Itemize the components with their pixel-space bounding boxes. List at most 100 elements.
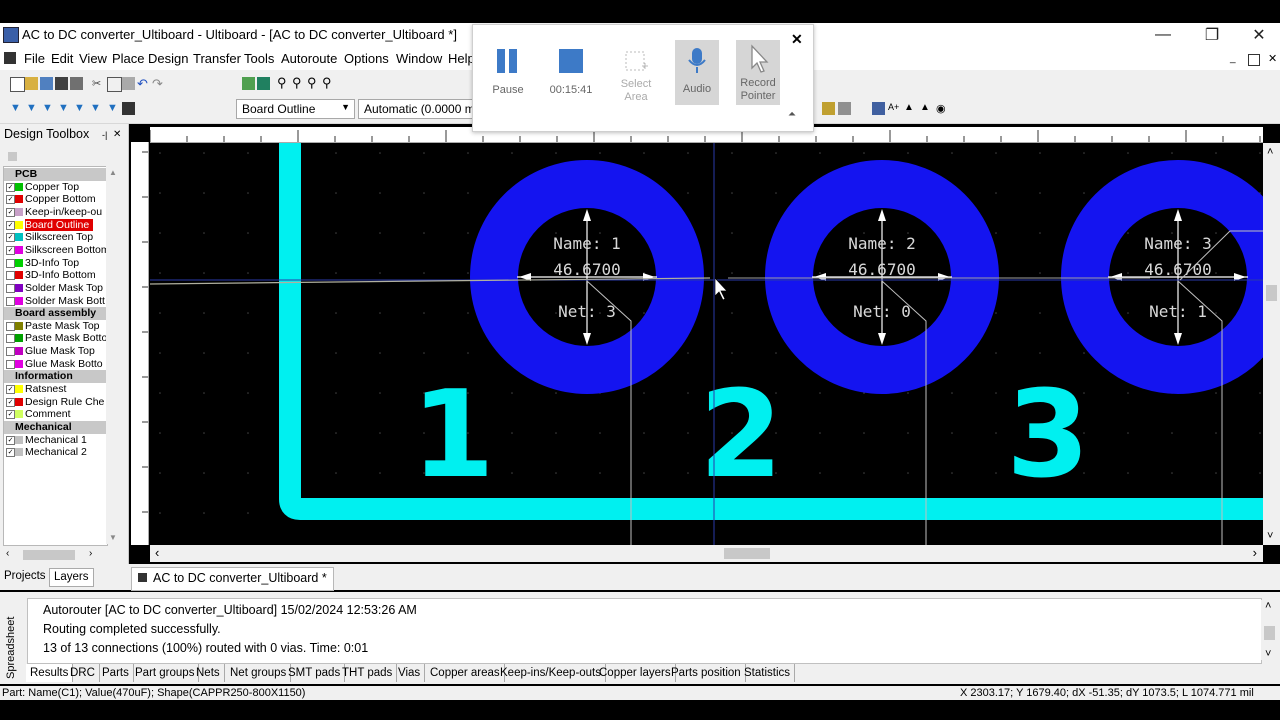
align-icon[interactable]: ▲ bbox=[904, 102, 917, 115]
output-tab[interactable]: Net groups bbox=[226, 664, 292, 682]
filter-parts-icon[interactable]: ▼ bbox=[10, 102, 23, 115]
layer-visibility-checkbox[interactable]: ✓ bbox=[6, 220, 15, 230]
layer-visibility-checkbox[interactable] bbox=[6, 347, 15, 357]
output-tab[interactable]: THT pads bbox=[338, 664, 398, 682]
paste-icon[interactable] bbox=[122, 77, 135, 90]
layer-visibility-checkbox[interactable]: ✓ bbox=[6, 448, 15, 458]
layer-visibility-checkbox[interactable] bbox=[6, 258, 15, 268]
results-vscrollbar[interactable]: ˄ ˅ bbox=[1261, 600, 1278, 660]
document-menu-icon[interactable] bbox=[4, 52, 16, 64]
layer-visibility-checkbox[interactable]: ✓ bbox=[6, 207, 15, 217]
tab-projects[interactable]: Projects bbox=[4, 570, 46, 582]
output-tab[interactable]: Part groups bbox=[131, 664, 200, 682]
layer-item[interactable]: ✓ Mechanical 1 bbox=[4, 434, 107, 447]
open-icon[interactable] bbox=[25, 77, 38, 90]
layer-visibility-checkbox[interactable] bbox=[6, 296, 15, 306]
redraw-icon[interactable] bbox=[257, 77, 270, 90]
layer-item[interactable]: ✓ Comment bbox=[4, 408, 107, 421]
filter-pads-icon[interactable]: ▼ bbox=[42, 102, 55, 115]
layer-visibility-checkbox[interactable]: ✓ bbox=[6, 195, 15, 205]
layer-item[interactable]: Glue Mask Botto bbox=[4, 358, 107, 371]
panel-pin-icon[interactable]: -| bbox=[102, 130, 107, 140]
layer-visibility-checkbox[interactable] bbox=[6, 283, 15, 293]
menu-design[interactable]: Design bbox=[148, 51, 188, 66]
document-tab[interactable]: AC to DC converter_Ultiboard * bbox=[131, 567, 334, 591]
text-settings-icon[interactable] bbox=[872, 102, 885, 115]
layer-section-header[interactable]: Information bbox=[4, 370, 107, 383]
layer-item[interactable]: Paste Mask Botto bbox=[4, 332, 107, 345]
layer-visibility-checkbox[interactable] bbox=[6, 359, 15, 369]
layer-item[interactable]: ✓ Ratsnest bbox=[4, 383, 107, 396]
filter-other-icon[interactable]: ▼ bbox=[90, 102, 103, 115]
tht-pad[interactable]: Name: 3 46.6700 Net: 1 bbox=[1061, 160, 1280, 545]
menu-options[interactable]: Options bbox=[344, 51, 389, 66]
layer-item[interactable]: ✓ Keep-in/keep-ou bbox=[4, 206, 107, 219]
filter-vias-icon[interactable]: ▼ bbox=[58, 102, 71, 115]
refresh-icon[interactable] bbox=[242, 77, 255, 90]
align-2-icon[interactable]: ▲ bbox=[920, 102, 933, 115]
layer-list-vscrollbar[interactable]: ▲ ▼ bbox=[106, 166, 119, 544]
layer-item[interactable]: ✓ Silkscreen Top bbox=[4, 231, 107, 244]
highlight-icon[interactable] bbox=[822, 102, 835, 115]
zoom-area-icon[interactable]: ⚲ bbox=[307, 75, 320, 90]
minimize-icon[interactable]: — bbox=[1140, 23, 1186, 46]
layer-item[interactable]: 3D-Info Top bbox=[4, 257, 107, 270]
layer-item[interactable]: Solder Mask Bott bbox=[4, 295, 107, 308]
output-tab[interactable]: DRC bbox=[66, 664, 100, 682]
layer-item[interactable]: ✓ Copper Top bbox=[4, 181, 107, 194]
grid-select[interactable]: Automatic (0.0000 mil) bbox=[358, 99, 474, 119]
ultiboard-app-icon[interactable] bbox=[3, 27, 19, 43]
output-tab[interactable]: SMT pads bbox=[284, 664, 346, 682]
layer-select[interactable]: Board Outline ▼ bbox=[236, 99, 355, 119]
copy-icon[interactable] bbox=[107, 77, 122, 92]
spreadsheet-side-tab[interactable]: Spreadsheet bbox=[3, 596, 23, 681]
vscroll-thumb[interactable] bbox=[1266, 285, 1277, 301]
pause-button[interactable]: Pause bbox=[485, 45, 531, 115]
scroll-up-icon[interactable]: ˄ bbox=[1267, 146, 1273, 158]
layer-item[interactable]: ✓ Copper Bottom bbox=[4, 193, 107, 206]
menu-window[interactable]: Window bbox=[396, 51, 442, 66]
audio-button[interactable]: Audio bbox=[675, 40, 719, 105]
layer-visibility-checkbox[interactable]: ✓ bbox=[6, 245, 15, 255]
menu-place[interactable]: Place bbox=[112, 51, 145, 66]
close-icon[interactable]: ✕ bbox=[1236, 23, 1280, 46]
layer-item[interactable]: Solder Mask Top bbox=[4, 282, 107, 295]
layer-visibility-checkbox[interactable] bbox=[6, 271, 15, 281]
scroll-down-icon[interactable]: ˅ bbox=[1265, 648, 1271, 660]
layer-visibility-checkbox[interactable]: ✓ bbox=[6, 397, 15, 407]
panel-close-icon[interactable]: ✕ bbox=[113, 129, 121, 140]
zoom-in-icon[interactable]: ⚲ bbox=[277, 75, 290, 90]
scroll-left-icon[interactable]: ‹ bbox=[6, 548, 9, 559]
output-tab[interactable]: Parts position bbox=[667, 664, 746, 682]
layer-visibility-checkbox[interactable]: ✓ bbox=[6, 385, 15, 395]
restore-icon[interactable]: ❐ bbox=[1189, 23, 1235, 46]
menu-edit[interactable]: Edit bbox=[51, 51, 73, 66]
filter-traces-icon[interactable]: ▼ bbox=[26, 102, 39, 115]
record-pointer-button[interactable]: Record Pointer bbox=[736, 40, 780, 105]
scroll-down-icon[interactable]: ▼ bbox=[109, 533, 117, 542]
layer-item[interactable]: Glue Mask Top bbox=[4, 345, 107, 358]
scroll-right-icon[interactable]: › bbox=[1253, 545, 1257, 560]
mdi-close-icon[interactable]: ✕ bbox=[1268, 52, 1277, 65]
canvas-vscrollbar[interactable]: ˄ ˅ bbox=[1263, 143, 1280, 545]
mdi-restore-icon[interactable] bbox=[1248, 54, 1260, 66]
menu-help[interactable]: Help bbox=[448, 51, 475, 66]
layer-section-header[interactable]: Mechanical bbox=[4, 421, 107, 434]
scroll-left-icon[interactable]: ‹ bbox=[155, 545, 159, 560]
filter-copper-icon[interactable]: ▼ bbox=[74, 102, 87, 115]
origin-icon[interactable]: ◉ bbox=[936, 102, 949, 115]
layer-visibility-checkbox[interactable]: ✓ bbox=[6, 182, 15, 192]
layer-section-header[interactable]: PCB bbox=[4, 168, 107, 181]
zoom-full-icon[interactable]: ⚲ bbox=[322, 75, 335, 90]
output-tab[interactable]: Keep-ins/Keep-outs bbox=[496, 664, 607, 682]
filter-all-icon[interactable]: ▼ bbox=[107, 102, 120, 115]
layer-visibility-checkbox[interactable]: ✓ bbox=[6, 435, 15, 445]
scroll-up-icon[interactable]: ˄ bbox=[1265, 600, 1271, 612]
stop-button[interactable]: 00:15:41 bbox=[545, 45, 597, 115]
tab-layers[interactable]: Layers bbox=[49, 568, 94, 587]
hscroll-thumb[interactable] bbox=[23, 550, 75, 560]
output-tab[interactable]: Statistics bbox=[740, 664, 796, 682]
select-area-button[interactable]: Select Area bbox=[613, 45, 659, 115]
menu-autoroute[interactable]: Autoroute bbox=[281, 51, 337, 66]
undo-icon[interactable]: ↶ bbox=[137, 76, 150, 91]
